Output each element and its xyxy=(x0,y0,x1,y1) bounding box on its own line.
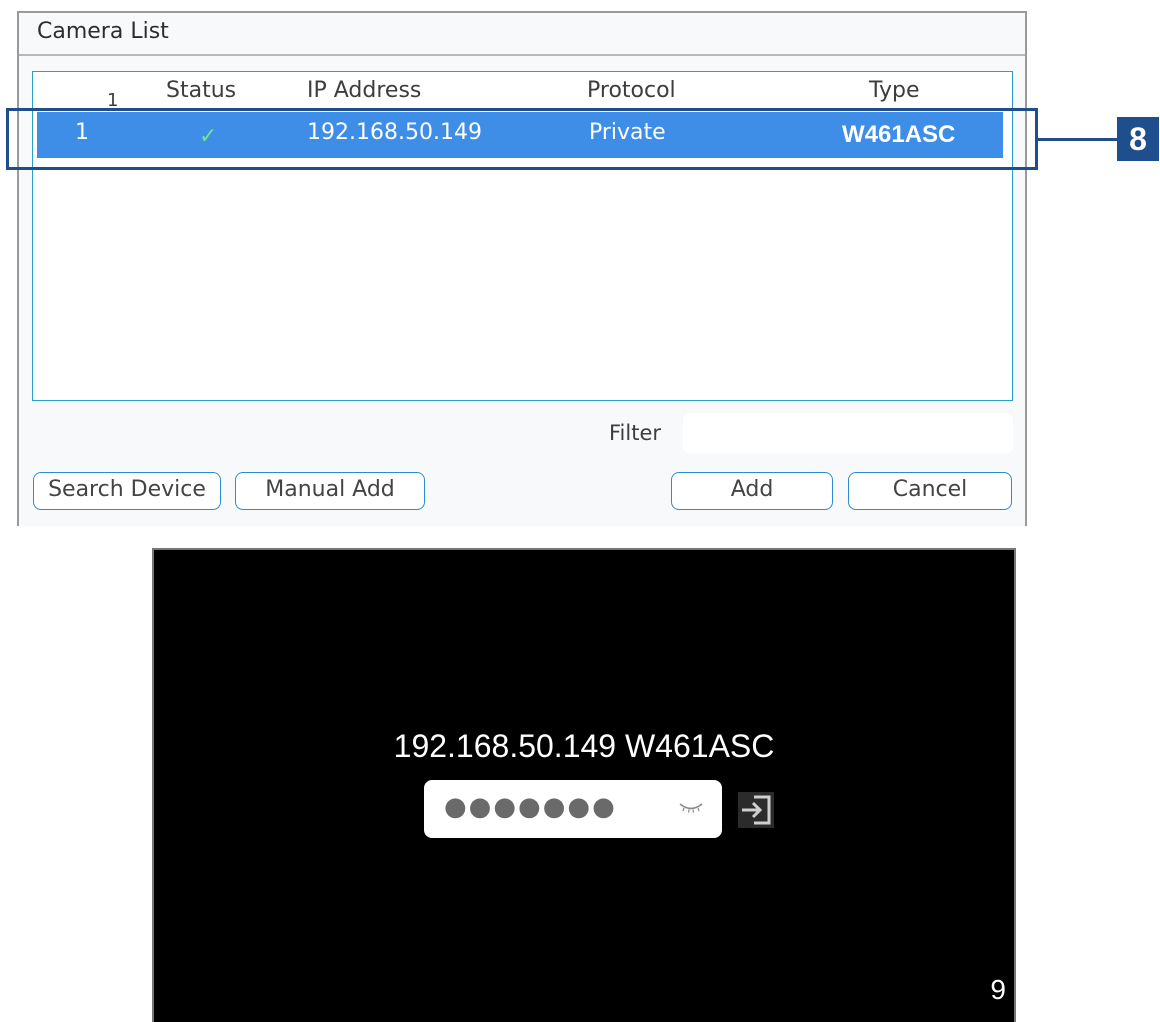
column-header-status[interactable]: Status xyxy=(166,78,236,103)
password-field[interactable]: ●●●●●●● xyxy=(424,780,722,838)
manual-add-button[interactable]: Manual Add xyxy=(235,472,425,510)
dialog-title: Camera List xyxy=(19,13,1025,56)
cancel-button[interactable]: Cancel xyxy=(848,472,1012,510)
eye-closed-icon[interactable] xyxy=(678,800,704,819)
login-icon[interactable] xyxy=(736,790,776,834)
filter-input[interactable] xyxy=(683,413,1013,453)
callout-leader-line xyxy=(1038,138,1118,141)
filter-label: Filter xyxy=(609,421,662,445)
password-mask: ●●●●●●● xyxy=(444,792,617,822)
add-button[interactable]: Add xyxy=(671,472,833,510)
live-view-channel: 192.168.50.149 W461ASC ●●●●●●● 9 xyxy=(152,548,1016,1022)
search-device-button[interactable]: Search Device xyxy=(33,472,221,510)
callout-highlight-frame xyxy=(6,108,1038,170)
device-title: 192.168.50.149 W461ASC xyxy=(393,728,775,764)
column-header-protocol[interactable]: Protocol xyxy=(587,78,676,103)
channel-number: 9 xyxy=(990,974,1006,1005)
column-header-type[interactable]: Type xyxy=(869,78,920,103)
callout-badge: 8 xyxy=(1117,117,1159,161)
column-header-ip[interactable]: IP Address xyxy=(307,78,421,103)
camera-list-dialog: Camera List 1 Status IP Address Protocol… xyxy=(17,11,1027,526)
